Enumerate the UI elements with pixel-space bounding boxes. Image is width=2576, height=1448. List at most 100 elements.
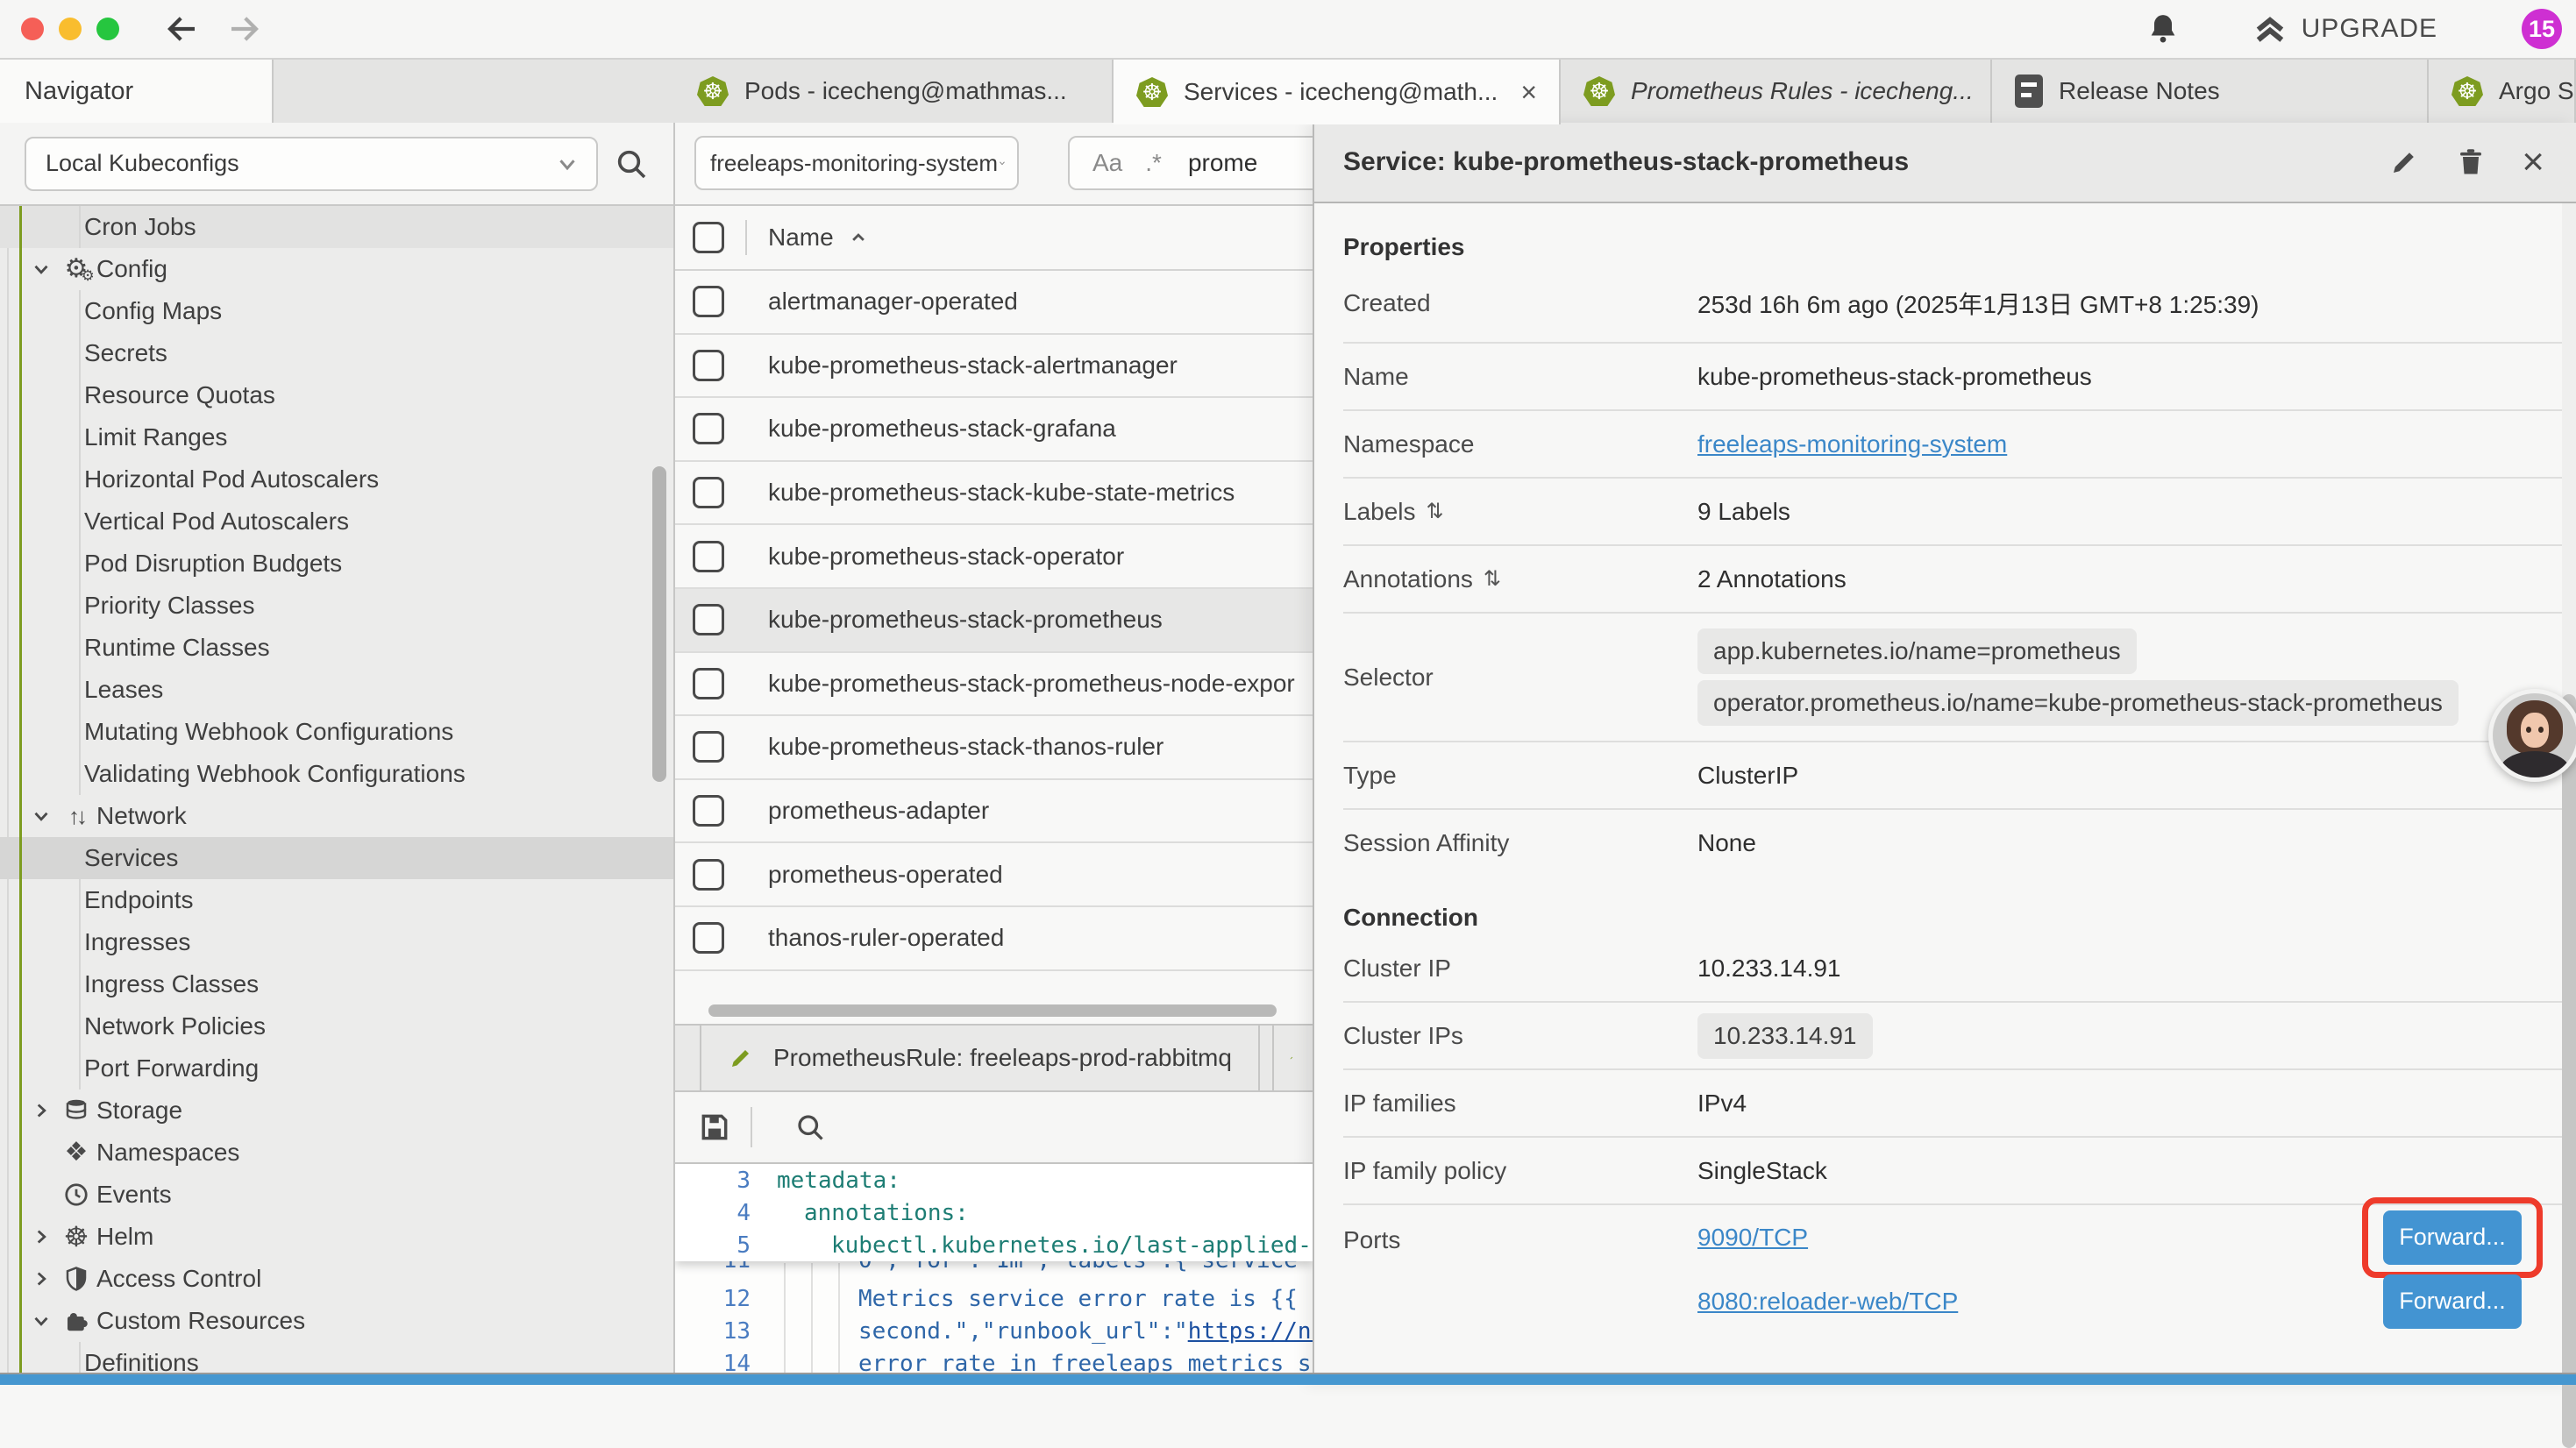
sidebar-item-namespaces[interactable]: ❖Namespaces: [0, 1132, 673, 1174]
back-arrow-icon[interactable]: [164, 11, 201, 47]
sidebar-item-validating-webhook-configurations[interactable]: Validating Webhook Configurations: [0, 753, 673, 795]
chevron-right-icon[interactable]: [30, 1099, 56, 1122]
row-checkbox[interactable]: [693, 668, 724, 699]
forward-arrow-icon[interactable]: [225, 11, 262, 47]
code-link[interactable]: https://net: [1188, 1318, 1313, 1345]
close-icon[interactable]: ×: [2522, 143, 2544, 181]
sidebar-item-cron-jobs[interactable]: Cron Jobs: [0, 206, 673, 248]
match-case-toggle[interactable]: Aa: [1092, 149, 1122, 177]
tab-prometheus[interactable]: ☸Prometheus Rules - icecheng...: [1561, 60, 1992, 123]
tab-argo[interactable]: ☸Argo Se: [2429, 60, 2576, 123]
sort-updown-icon[interactable]: ⇅: [1427, 499, 1444, 524]
sidebar-item-priority-classes[interactable]: Priority Classes: [0, 585, 673, 627]
tab-pods[interactable]: ☸Pods - icecheng@mathmas...: [674, 60, 1114, 123]
tab-release[interactable]: Release Notes: [1992, 60, 2429, 123]
close-tab-icon[interactable]: ×: [1520, 76, 1537, 109]
chevron-down-icon[interactable]: [30, 258, 56, 280]
name-column-header[interactable]: Name: [768, 224, 834, 252]
sidebar-item-pod-disruption-budgets[interactable]: Pod Disruption Budgets: [0, 543, 673, 585]
table-row[interactable]: kube-prometheus-stack-prometheus-node-ex…: [675, 653, 1313, 717]
namespace-filter-dropdown[interactable]: freeleaps-monitoring-system: [694, 136, 1019, 190]
row-checkbox[interactable]: [693, 859, 724, 891]
chevron-right-icon[interactable]: [30, 1225, 56, 1248]
dock-tab-next[interactable]: [1272, 1026, 1313, 1090]
details-scrollbar-thumb[interactable]: [2562, 694, 2576, 1448]
chevron-down-icon[interactable]: [30, 805, 56, 827]
sidebar-item-leases[interactable]: Leases: [0, 669, 673, 711]
sidebar-item-config[interactable]: ⚙⚙Config: [0, 248, 673, 290]
maximize-window-button[interactable]: [96, 18, 119, 40]
table-row[interactable]: prometheus-adapter: [675, 780, 1313, 844]
row-checkbox[interactable]: [693, 413, 724, 444]
window-controls[interactable]: [21, 18, 134, 40]
minimize-window-button[interactable]: [59, 18, 82, 40]
sidebar-item-access-control[interactable]: Access Control: [0, 1258, 673, 1300]
sidebar-item-vertical-pod-autoscalers[interactable]: Vertical Pod Autoscalers: [0, 500, 673, 543]
table-row[interactable]: thanos-ruler-operated: [675, 907, 1313, 971]
row-checkbox[interactable]: [693, 731, 724, 763]
sidebar-item-network-policies[interactable]: Network Policies: [0, 1005, 673, 1047]
table-row[interactable]: prometheus-operated: [675, 843, 1313, 907]
dock-tab-prometheusrule[interactable]: PrometheusRule: freeleaps-prod-rabbitmq: [700, 1026, 1260, 1090]
tab-services[interactable]: ☸Services - icecheng@math...×: [1114, 60, 1561, 124]
port-link[interactable]: 8080:reloader-web/TCP: [1697, 1288, 1958, 1316]
chevron-down-icon[interactable]: [30, 1310, 56, 1332]
sort-updown-icon[interactable]: ⇅: [1484, 566, 1501, 592]
regex-toggle[interactable]: .*: [1145, 149, 1162, 177]
sidebar-item-ingresses[interactable]: Ingresses: [0, 921, 673, 963]
table-row[interactable]: alertmanager-operated: [675, 271, 1313, 335]
sidebar-item-helm[interactable]: ☸Helm: [0, 1216, 673, 1258]
row-checkbox[interactable]: [693, 604, 724, 635]
yaml-editor[interactable]: 3metadata:4annotations:5kubectl.kubernet…: [675, 1162, 1313, 1385]
sidebar-item-events[interactable]: Events: [0, 1174, 673, 1216]
table-row[interactable]: kube-prometheus-stack-kube-state-metrics: [675, 462, 1313, 526]
sidebar-item-limit-ranges[interactable]: Limit Ranges: [0, 416, 673, 458]
sidebar-item-resource-quotas[interactable]: Resource Quotas: [0, 374, 673, 416]
row-checkbox[interactable]: [693, 286, 724, 317]
table-row[interactable]: kube-prometheus-stack-prometheus: [675, 589, 1313, 653]
forward-button[interactable]: Forward...: [2383, 1210, 2522, 1265]
chevron-right-icon[interactable]: [30, 1267, 56, 1290]
sidebar-item-network[interactable]: ↑↓Network: [0, 795, 673, 837]
select-all-checkbox[interactable]: [693, 222, 724, 253]
save-icon[interactable]: [698, 1111, 731, 1144]
close-window-button[interactable]: [21, 18, 44, 40]
sidebar-scrollbar[interactable]: [652, 466, 666, 782]
port-link[interactable]: 9090/TCP: [1697, 1224, 1808, 1252]
sidebar-item-ingress-classes[interactable]: Ingress Classes: [0, 963, 673, 1005]
sidebar-item-services[interactable]: Services: [0, 837, 673, 879]
kubeconfig-selector[interactable]: Local Kubeconfigs: [25, 137, 598, 191]
sidebar-item-horizontal-pod-autoscalers[interactable]: Horizontal Pod Autoscalers: [0, 458, 673, 500]
horizontal-scrollbar[interactable]: [708, 1004, 1277, 1017]
sidebar-item-storage[interactable]: Storage: [0, 1090, 673, 1132]
forward-button[interactable]: Forward...: [2383, 1274, 2522, 1329]
edit-pencil-icon[interactable]: [2388, 146, 2420, 178]
table-row[interactable]: kube-prometheus-stack-operator: [675, 525, 1313, 589]
notifications-bell-icon[interactable]: [2145, 11, 2181, 46]
sidebar-item-config-maps[interactable]: Config Maps: [0, 290, 673, 332]
sidebar-item-mutating-webhook-configurations[interactable]: Mutating Webhook Configurations: [0, 711, 673, 753]
row-checkbox[interactable]: [693, 541, 724, 572]
sort-ascending-icon[interactable]: [846, 225, 871, 250]
row-checkbox[interactable]: [693, 922, 724, 954]
delete-trash-icon[interactable]: [2455, 146, 2487, 178]
notification-count-badge[interactable]: 15: [2522, 9, 2562, 49]
row-checkbox[interactable]: [693, 350, 724, 381]
upgrade-button[interactable]: UPGRADE: [2251, 11, 2437, 46]
row-checkbox[interactable]: [693, 795, 724, 827]
sidebar-item-runtime-classes[interactable]: Runtime Classes: [0, 627, 673, 669]
details-scrollbar-track[interactable]: [2562, 203, 2576, 1385]
sidebar-item-port-forwarding[interactable]: Port Forwarding: [0, 1047, 673, 1090]
sidebar-item-secrets[interactable]: Secrets: [0, 332, 673, 374]
user-avatar[interactable]: [2488, 689, 2576, 782]
table-row[interactable]: kube-prometheus-stack-grafana: [675, 398, 1313, 462]
row-checkbox[interactable]: [693, 477, 724, 508]
sidebar-item-endpoints[interactable]: Endpoints: [0, 879, 673, 921]
namespace-link[interactable]: freeleaps-monitoring-system: [1697, 430, 2007, 458]
table-row[interactable]: kube-prometheus-stack-alertmanager: [675, 335, 1313, 399]
table-row[interactable]: kube-prometheus-stack-thanos-ruler: [675, 716, 1313, 780]
editor-search-icon[interactable]: [794, 1111, 826, 1143]
search-icon[interactable]: [614, 146, 649, 181]
sidebar-item-custom-resources[interactable]: Custom Resources: [0, 1300, 673, 1342]
search-input[interactable]: Aa .* prome: [1068, 136, 1313, 190]
